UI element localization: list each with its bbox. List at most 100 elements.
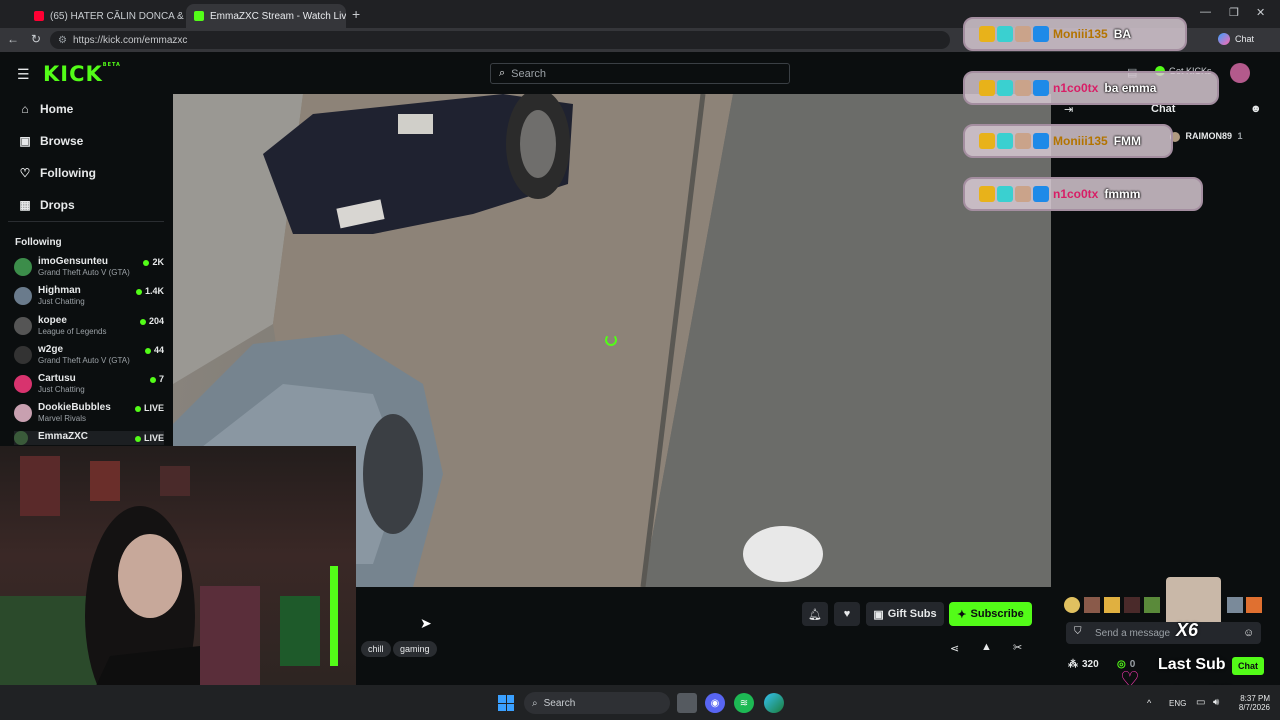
edge-browser-icon[interactable]	[764, 693, 784, 713]
clip-icon[interactable]: ✂	[1013, 641, 1022, 654]
star-icon: ✦	[957, 608, 967, 621]
overlay-chat-message: n1co0tx ba emma	[963, 71, 1219, 105]
viewer-count: 7	[150, 374, 164, 384]
emote-icon[interactable]	[1227, 597, 1243, 613]
tag-chip[interactable]: gaming	[393, 641, 437, 657]
sidebar-item-drops[interactable]: ▦ Drops	[18, 198, 75, 212]
channel-points[interactable]: ⁂ 320	[1068, 659, 1099, 670]
following-channel[interactable]: w2ge Grand Theft Auto V (GTA) 44	[14, 344, 164, 372]
emote-icon[interactable]	[1104, 597, 1120, 613]
following-channel[interactable]: kopee League of Legends 204	[14, 315, 164, 343]
sidebar-item-label: Browse	[40, 134, 84, 148]
menu-icon[interactable]: ☰	[17, 66, 30, 83]
report-icon[interactable]: ▲	[981, 641, 992, 653]
new-tab-plus-icon[interactable]: +	[352, 6, 360, 22]
sidebar-item-following[interactable]: ♡ Following	[18, 166, 96, 180]
sidebar-item-label: Drops	[40, 198, 75, 212]
back-icon[interactable]: ←	[7, 32, 19, 46]
channel-game: Marvel Rivals	[38, 414, 87, 423]
gifter-badge-icon	[1015, 26, 1031, 42]
file-explorer-icon[interactable]	[677, 693, 697, 713]
crown-badge-icon	[979, 80, 995, 96]
minimize-icon[interactable]: —	[1200, 6, 1211, 18]
channel-game: League of Legends	[38, 327, 107, 336]
home-icon: ⌂	[21, 102, 29, 116]
sub-badge-icon	[997, 80, 1013, 96]
emote-icon[interactable]	[1064, 597, 1080, 613]
clock[interactable]: 8:37 PM 8/7/2026	[1234, 694, 1270, 712]
channel-avatar	[14, 375, 32, 393]
volume-icon[interactable]: 🔊︎	[1213, 697, 1219, 708]
site-info-icon[interactable]: ⚙	[58, 35, 67, 46]
window-close-icon[interactable]: ✕	[1256, 6, 1265, 19]
chat-message-input[interactable]: ⛉ Send a message	[1066, 622, 1261, 644]
subscribe-button[interactable]: ✦ Subscribe	[949, 602, 1032, 626]
users-icon[interactable]: ☻	[1250, 103, 1262, 115]
last-sub-label: Last Sub	[1158, 656, 1226, 673]
channel-avatar	[14, 404, 32, 422]
windows-start-icon[interactable]	[498, 695, 514, 711]
pinned-gifter[interactable]: RAIMON89 1	[1170, 131, 1243, 142]
emote-icon[interactable]	[1124, 597, 1140, 613]
overlay-chat-message: Moniii135 FMM	[963, 124, 1173, 158]
badge-group	[979, 26, 1049, 42]
follow-button[interactable]: ♥	[834, 602, 860, 626]
following-channel[interactable]: Highman Just Chatting 1.4K	[14, 285, 164, 313]
tab-title: (65) HATER CĂLIN DONCA & LĂD	[50, 10, 186, 22]
reload-icon[interactable]: ↻	[31, 32, 41, 46]
user-avatar[interactable]	[1230, 63, 1250, 83]
language-indicator[interactable]: ENG	[1169, 699, 1186, 708]
emoji-picker-icon[interactable]: ☺	[1243, 627, 1254, 639]
browser-tab-kick[interactable]: EmmaZXC Stream - Watch Live on ✕	[186, 4, 346, 28]
network-icon[interactable]: ▭	[1196, 697, 1205, 708]
following-channel[interactable]: imoGensunteu Grand Theft Auto V (GTA) 2K	[14, 256, 164, 284]
following-channel[interactable]: Cartusu Just Chatting 7	[14, 373, 164, 401]
arrow-badge-icon	[1033, 186, 1049, 202]
viewer-count: 204	[140, 316, 164, 326]
search-input[interactable]: ⌕ Search	[490, 63, 790, 84]
overlay-chat-message: Moniii135 BA	[963, 17, 1187, 51]
tag-chip[interactable]: chill	[361, 641, 391, 657]
arrow-badge-icon	[1033, 80, 1049, 96]
sidebar-item-browse[interactable]: ▣ Browse	[18, 134, 83, 148]
following-channel-active[interactable]: EmmaZXC LIVE	[14, 431, 164, 445]
heart-icon: ♥	[843, 608, 851, 620]
channel-game: Just Chatting	[38, 385, 85, 394]
emote-icon[interactable]	[1246, 597, 1262, 613]
gift-subs-button[interactable]: ▣ Gift Subs	[866, 602, 944, 626]
bell-icon: 🔔︎	[808, 608, 822, 621]
sub-badge-icon	[997, 133, 1013, 149]
address-bar[interactable]: ⚙ https://kick.com/emmazxc	[50, 31, 950, 49]
webcam-overlay	[0, 446, 356, 720]
stream-info-bar	[356, 587, 1051, 685]
emote-row	[1064, 597, 1160, 613]
chat-username: Moniii135	[1053, 27, 1108, 41]
channel-name: EmmaZXC	[38, 431, 89, 442]
copilot-button[interactable]: Chat	[1218, 33, 1254, 45]
channel-name: DookieBubbles	[38, 402, 111, 413]
maximize-icon[interactable]: ❐	[1229, 6, 1239, 19]
discord-icon[interactable]: ◉	[705, 693, 725, 713]
emote-icon[interactable]	[1084, 597, 1100, 613]
shield-icon: ⛉	[1074, 626, 1082, 637]
kick-logo[interactable]: KICKBETA	[43, 62, 121, 86]
chat-username: n1co0tx	[1053, 81, 1099, 95]
search-icon: ⌕	[499, 67, 506, 79]
tray-chevron-icon[interactable]: ^	[1147, 698, 1151, 708]
share-icon[interactable]: ⋖	[950, 642, 959, 655]
emote-icon[interactable]	[1144, 597, 1160, 613]
chat-username: Moniii135	[1053, 134, 1108, 148]
taskbar-search[interactable]: ⌕ Search	[524, 692, 670, 714]
crown-badge-icon	[979, 133, 995, 149]
clock-time: 8:37 PM	[1240, 694, 1270, 703]
sidebar-item-home[interactable]: ⌂ Home	[18, 102, 73, 116]
spotify-icon[interactable]: ≋	[734, 693, 754, 713]
send-chat-button[interactable]: Chat	[1232, 657, 1264, 675]
sub-badge-icon	[997, 26, 1013, 42]
taskbar-search-label: Search	[543, 697, 576, 709]
webcam-frame	[0, 456, 338, 720]
following-channel[interactable]: DookieBubbles Marvel Rivals LIVE	[14, 402, 164, 430]
channel-avatar	[14, 317, 32, 335]
notification-bell-button[interactable]: 🔔︎	[802, 602, 828, 626]
browser-tab-youtube[interactable]: (65) HATER CĂLIN DONCA & LĂD ✕	[26, 4, 186, 28]
